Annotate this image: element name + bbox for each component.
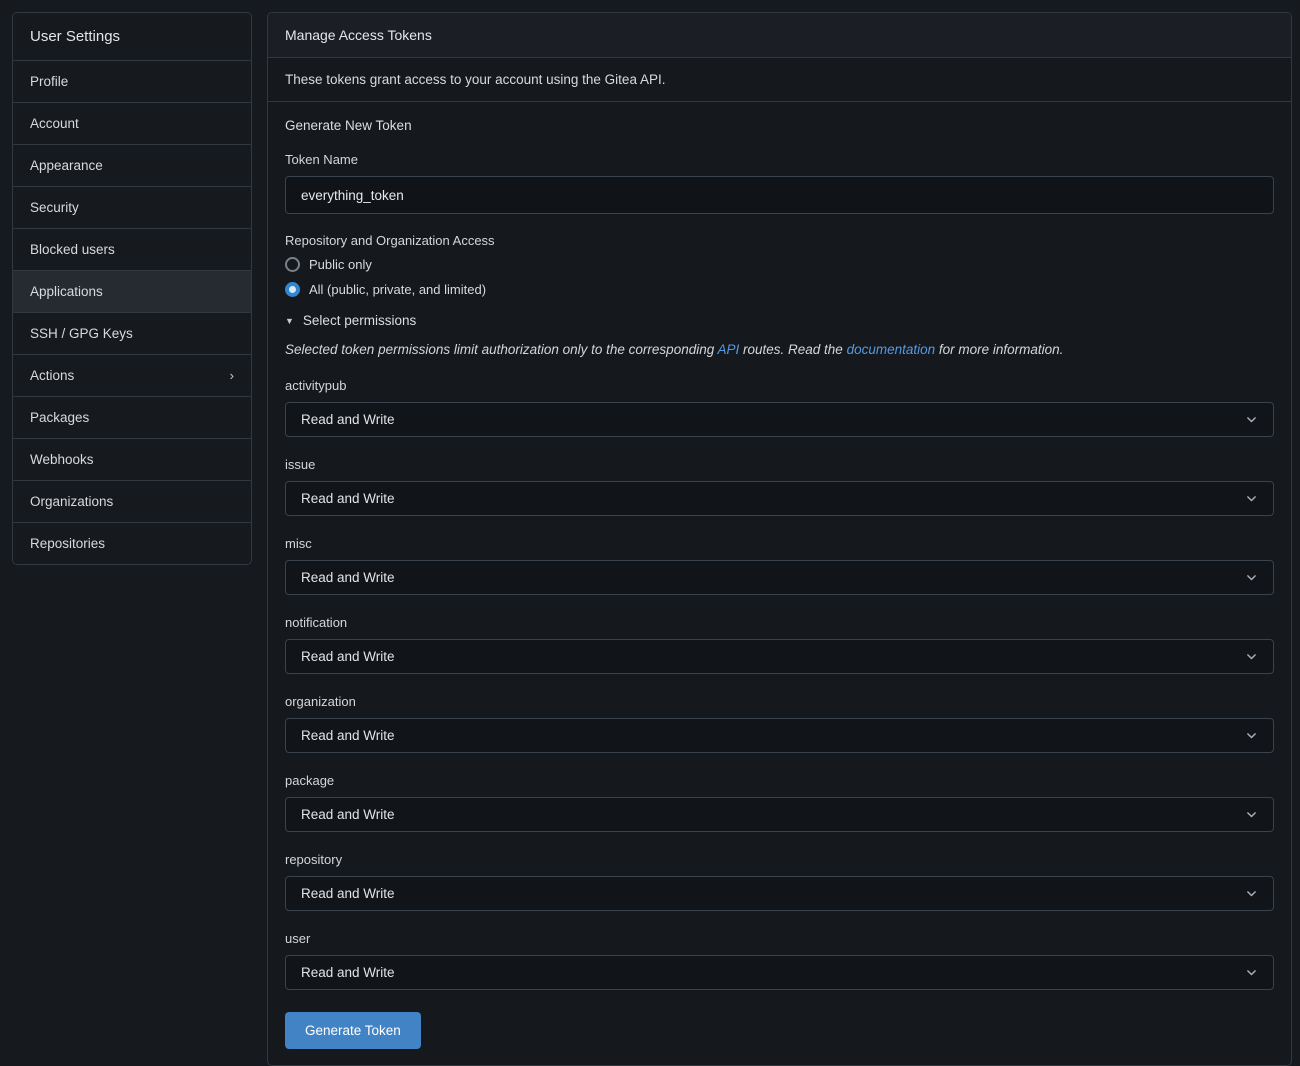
token-name-input[interactable] [285, 176, 1274, 214]
scope-group-organization: organization Read and Write [285, 694, 1274, 753]
scope-label-package: package [285, 773, 1274, 788]
caret-down-icon: ▼ [285, 316, 294, 326]
scope-group-package: package Read and Write [285, 773, 1274, 832]
select-permissions-toggle[interactable]: ▼ Select permissions [285, 313, 416, 328]
sidebar-item-appearance[interactable]: Appearance [13, 144, 251, 186]
sidebar-item-packages[interactable]: Packages [13, 396, 251, 438]
scope-group-notification: notification Read and Write [285, 615, 1274, 674]
chevron-down-icon [1245, 571, 1258, 584]
token-name-label: Token Name [285, 152, 1274, 167]
panel-title: Manage Access Tokens [268, 13, 1291, 58]
scope-group-user: user Read and Write [285, 931, 1274, 990]
sidebar-item-webhooks[interactable]: Webhooks [13, 438, 251, 480]
sidebar-item-repositories[interactable]: Repositories [13, 522, 251, 564]
chevron-down-icon [1245, 413, 1258, 426]
note-text-pre: Selected token permissions limit authori… [285, 342, 717, 357]
sidebar-item-actions[interactable]: Actions › [13, 354, 251, 396]
note-text-mid: routes. Read the [739, 342, 846, 357]
scope-select-user[interactable]: Read and Write [285, 955, 1274, 990]
scope-select-organization[interactable]: Read and Write [285, 718, 1274, 753]
chevron-down-icon [1245, 492, 1258, 505]
scope-label-user: user [285, 931, 1274, 946]
scope-select-misc[interactable]: Read and Write [285, 560, 1274, 595]
api-link[interactable]: API [717, 342, 739, 357]
sidebar-item-profile[interactable]: Profile [13, 60, 251, 102]
generate-token-button[interactable]: Generate Token [285, 1012, 421, 1049]
radio-unselected-icon[interactable] [285, 257, 300, 272]
radio-option-public-only[interactable]: Public only [285, 257, 372, 272]
scope-group-repository: repository Read and Write [285, 852, 1274, 911]
sidebar-item-ssh-gpg-keys[interactable]: SSH / GPG Keys [13, 312, 251, 354]
scope-group-activitypub: activitypub Read and Write [285, 378, 1274, 437]
note-text-post: for more information. [935, 342, 1063, 357]
settings-sidebar: User Settings Profile Account Appearance… [12, 12, 252, 565]
sidebar-title: User Settings [13, 13, 251, 60]
chevron-right-icon: › [230, 369, 234, 382]
scope-label-organization: organization [285, 694, 1274, 709]
scope-select-value: Read and Write [301, 728, 395, 743]
sidebar-item-organizations[interactable]: Organizations [13, 480, 251, 522]
chevron-down-icon [1245, 650, 1258, 663]
sidebar-item-applications[interactable]: Applications [13, 270, 251, 312]
sidebar-item-blocked-users[interactable]: Blocked users [13, 228, 251, 270]
scope-select-value: Read and Write [301, 412, 395, 427]
chevron-down-icon [1245, 887, 1258, 900]
generate-token-form: Generate New Token Token Name Repository… [268, 102, 1291, 1065]
radio-selected-icon[interactable] [285, 282, 300, 297]
chevron-down-icon [1245, 966, 1258, 979]
repo-org-access-label: Repository and Organization Access [285, 233, 1274, 248]
select-permissions-label[interactable]: Select permissions [303, 313, 416, 328]
scope-select-value: Read and Write [301, 491, 395, 506]
scope-select-package[interactable]: Read and Write [285, 797, 1274, 832]
scope-label-repository: repository [285, 852, 1274, 867]
scope-select-value: Read and Write [301, 807, 395, 822]
manage-access-tokens-panel: Manage Access Tokens These tokens grant … [267, 12, 1292, 1066]
chevron-down-icon [1245, 808, 1258, 821]
documentation-link[interactable]: documentation [847, 342, 936, 357]
permissions-note: Selected token permissions limit authori… [285, 342, 1274, 357]
sidebar-item-security[interactable]: Security [13, 186, 251, 228]
chevron-down-icon [1245, 729, 1258, 742]
radio-option-all[interactable]: All (public, private, and limited) [285, 282, 486, 297]
panel-description: These tokens grant access to your accoun… [268, 58, 1291, 102]
scope-label-issue: issue [285, 457, 1274, 472]
settings-page: User Settings Profile Account Appearance… [0, 0, 1300, 1066]
scope-select-issue[interactable]: Read and Write [285, 481, 1274, 516]
scope-select-notification[interactable]: Read and Write [285, 639, 1274, 674]
scope-select-value: Read and Write [301, 570, 395, 585]
scope-group-misc: misc Read and Write [285, 536, 1274, 595]
scope-select-value: Read and Write [301, 649, 395, 664]
scope-group-issue: issue Read and Write [285, 457, 1274, 516]
scope-select-repository[interactable]: Read and Write [285, 876, 1274, 911]
generate-new-token-heading: Generate New Token [285, 118, 1274, 133]
scope-select-value: Read and Write [301, 886, 395, 901]
scope-label-notification: notification [285, 615, 1274, 630]
scope-select-activitypub[interactable]: Read and Write [285, 402, 1274, 437]
radio-label-public-only[interactable]: Public only [309, 257, 372, 272]
radio-label-all[interactable]: All (public, private, and limited) [309, 282, 486, 297]
scope-label-misc: misc [285, 536, 1274, 551]
scope-select-value: Read and Write [301, 965, 395, 980]
scope-label-activitypub: activitypub [285, 378, 1274, 393]
sidebar-item-account[interactable]: Account [13, 102, 251, 144]
